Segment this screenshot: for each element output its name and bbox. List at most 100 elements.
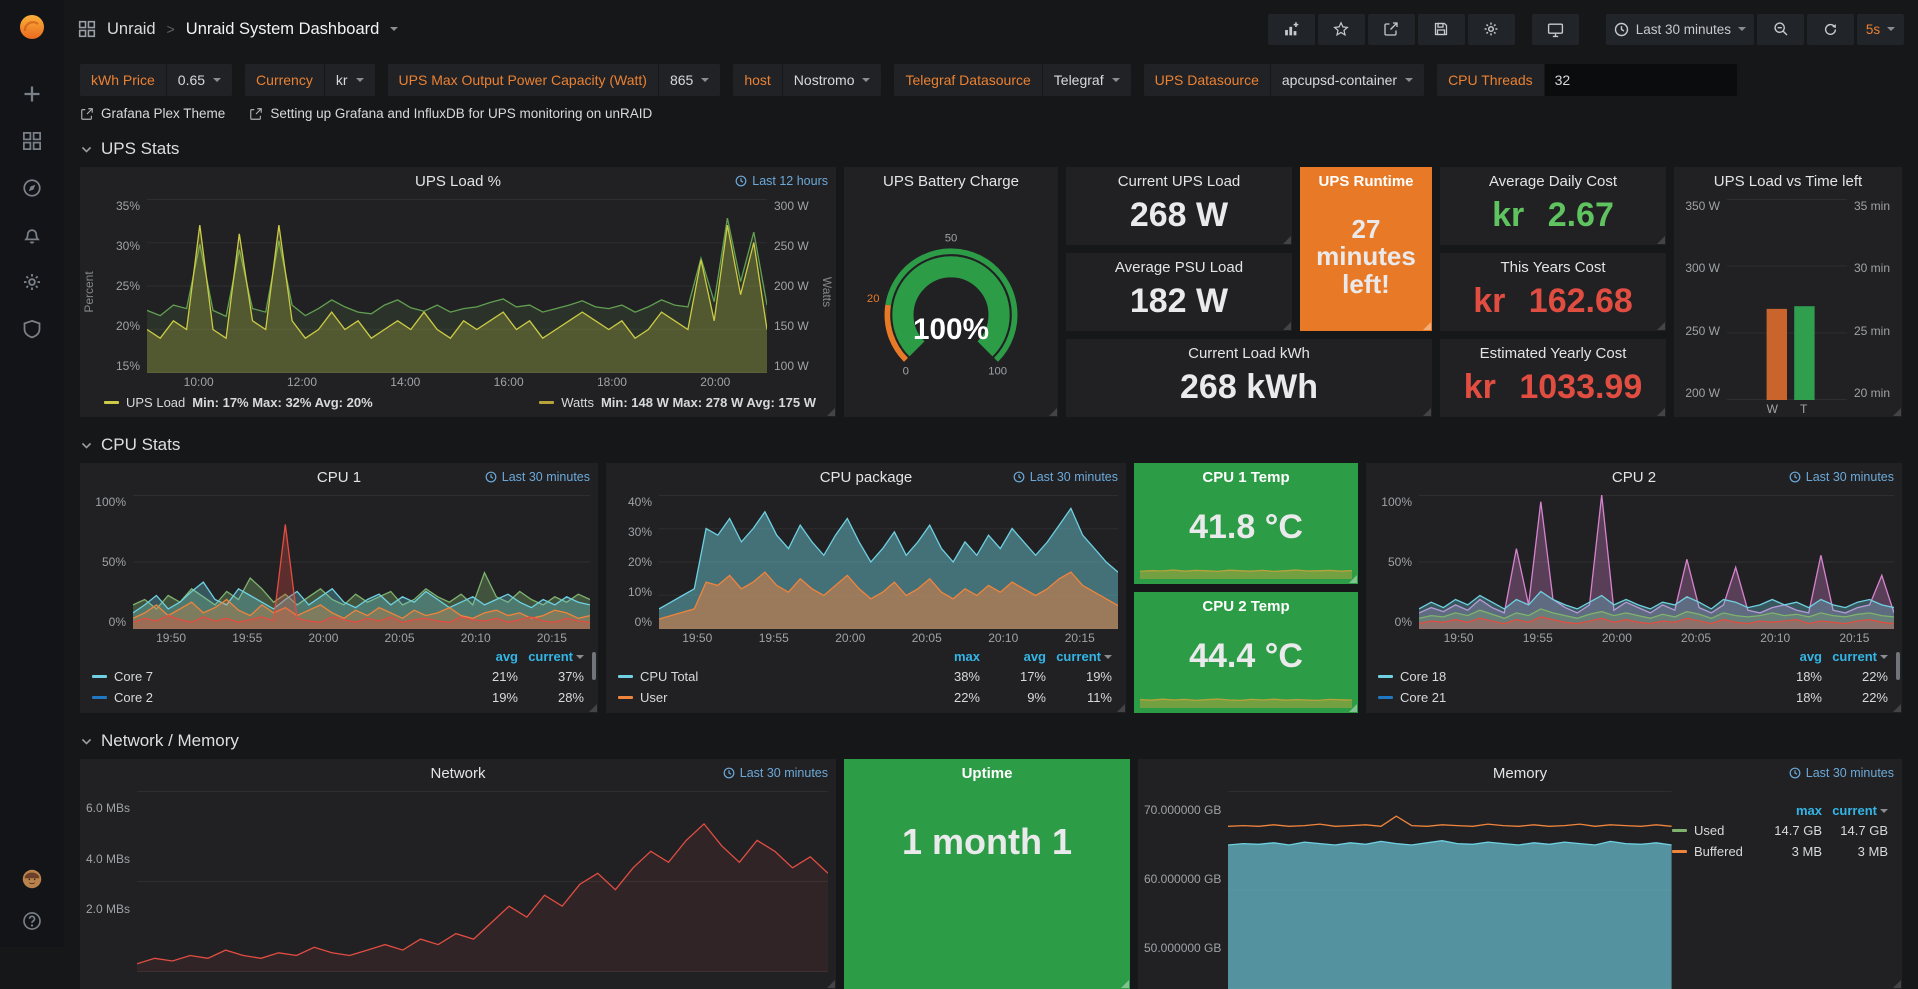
legend-item-watts[interactable]: Watts Min: 148 W Max: 278 W Avg: 175 W — [539, 395, 816, 410]
variable-kwh-price: kWh Price 0.65 — [80, 64, 232, 96]
x-axis-labels: 19:5019:5520:0020:0520:1020:15 — [1419, 629, 1894, 646]
panel-title[interactable]: Average PSU Load — [1066, 259, 1292, 276]
legend-col-current[interactable]: current — [1822, 803, 1888, 818]
cpu-package-chart[interactable] — [659, 495, 1118, 629]
legend-col-current[interactable]: current — [1822, 649, 1888, 664]
section-header-ups-stats[interactable]: UPS Stats — [80, 139, 1902, 159]
panel-title[interactable]: Average Daily Cost — [1440, 173, 1666, 190]
help-icon[interactable] — [22, 911, 42, 931]
clock-icon — [1614, 22, 1629, 37]
panel-title[interactable]: Current UPS Load — [1066, 173, 1292, 190]
panel-cpu-package-graph: CPU package Last 30 minutes 40%30%20%10%… — [606, 463, 1126, 713]
series-color-dash — [1672, 829, 1687, 832]
variable-value-dropdown[interactable]: 0.65 — [167, 64, 232, 96]
panel-title[interactable]: UPS Runtime — [1300, 173, 1432, 190]
dashboard-settings-button[interactable] — [1468, 14, 1515, 45]
variable-value-dropdown[interactable]: apcupsd-container — [1271, 64, 1424, 96]
legend-scrollbar[interactable] — [592, 652, 596, 680]
refresh-button[interactable] — [1807, 14, 1854, 45]
legend-scrollbar[interactable] — [1896, 652, 1900, 680]
panel-title[interactable]: UPS Load % — [80, 173, 836, 190]
caret-down-icon — [213, 78, 221, 82]
section-header-cpu-stats[interactable]: CPU Stats — [80, 435, 1902, 455]
memory-chart[interactable] — [1228, 791, 1672, 989]
page-title[interactable]: Unraid System Dashboard — [186, 20, 380, 39]
breadcrumb-app[interactable]: Unraid — [107, 20, 156, 39]
ups-bar-chart[interactable] — [1727, 199, 1847, 400]
cpu1-chart[interactable] — [133, 495, 590, 629]
variable-value-dropdown[interactable]: kr — [325, 64, 375, 96]
panel-time-override[interactable]: Last 30 minutes — [723, 766, 828, 780]
cpu2-chart[interactable] — [1419, 495, 1894, 629]
legend-item-ups-load[interactable]: UPS Load Min: 17% Max: 32% Avg: 20% — [104, 395, 373, 410]
variable-value-dropdown[interactable]: Nostromo — [783, 64, 882, 96]
add-panel-button[interactable] — [1268, 14, 1315, 45]
panel-title[interactable]: Memory — [1138, 765, 1902, 782]
variable-value-dropdown[interactable]: 865 — [659, 64, 720, 96]
legend-col-avg[interactable]: avg — [452, 649, 518, 664]
variable-label: CPU Threads — [1437, 64, 1544, 96]
stat-value: kr 162.68 — [1440, 279, 1666, 331]
dashboard-link-ups-guide[interactable]: Setting up Grafana and InfluxDB for UPS … — [249, 106, 652, 121]
variable-value-dropdown[interactable]: Telegraf — [1043, 64, 1131, 96]
alerting-bell-icon[interactable] — [22, 225, 42, 245]
panel-time-override[interactable]: Last 30 minutes — [1789, 470, 1894, 484]
panel-title[interactable]: UPS Battery Charge — [844, 173, 1058, 190]
panel-time-override[interactable]: Last 12 hours — [735, 174, 828, 188]
cpu-threads-input[interactable] — [1545, 64, 1737, 96]
ups-load-chart[interactable] — [147, 199, 767, 373]
panel-title[interactable]: Uptime — [844, 765, 1130, 782]
legend-col-avg[interactable]: avg — [980, 649, 1046, 664]
cycle-view-mode-button[interactable] — [1532, 14, 1579, 45]
y-axis-labels: 100%50%0% — [86, 495, 133, 629]
time-range-picker[interactable]: Last 30 minutes — [1606, 14, 1754, 45]
panel-title[interactable]: CPU 1 Temp — [1134, 469, 1358, 486]
panel-title[interactable]: UPS Load vs Time left — [1674, 173, 1902, 190]
panel-estimated-yearly-cost: Estimated Yearly Cost kr 1033.99 — [1440, 339, 1666, 417]
time-range-caret-icon — [1738, 27, 1746, 31]
stat-value: 27 minutes left! — [1300, 193, 1432, 331]
dashboards-icon[interactable] — [22, 131, 42, 151]
network-chart[interactable] — [137, 791, 828, 972]
star-dashboard-button[interactable] — [1318, 14, 1365, 45]
panel-title[interactable]: Current Load kWh — [1066, 345, 1432, 362]
panel-current-load-kwh: Current Load kWh 268 kWh — [1066, 339, 1432, 417]
refresh-interval-picker[interactable]: 5s — [1857, 14, 1904, 45]
user-avatar[interactable] — [22, 869, 42, 889]
section-header-network-memory[interactable]: Network / Memory — [80, 731, 1902, 751]
configuration-gear-icon[interactable] — [22, 272, 42, 292]
breadcrumb[interactable]: Unraid > Unraid System Dashboard — [78, 20, 398, 39]
panel-time-override[interactable]: Last 30 minutes — [1789, 766, 1894, 780]
share-dashboard-button[interactable] — [1368, 14, 1415, 45]
stat-value: 268 kWh — [1066, 365, 1432, 417]
panel-time-override[interactable]: Last 30 minutes — [1013, 470, 1118, 484]
cpu-stats-panels: CPU 1 Last 30 minutes 100%50%0% 19:5019:… — [80, 463, 1902, 713]
create-plus-icon[interactable] — [22, 84, 42, 104]
ups-stats-panels: UPS Load % Last 12 hours Percent 35%30%2… — [80, 167, 1902, 417]
legend-col-max[interactable]: max — [1756, 803, 1822, 818]
panel-title[interactable]: CPU 2 Temp — [1134, 598, 1358, 615]
legend-col-max[interactable]: max — [914, 649, 980, 664]
panel-ups-load-vs-time-left: UPS Load vs Time left 350 W300 W250 W200… — [1674, 167, 1902, 417]
series-color-dash — [1672, 850, 1687, 853]
admin-shield-icon[interactable] — [22, 319, 42, 339]
explore-compass-icon[interactable] — [22, 178, 42, 198]
panel-time-override[interactable]: Last 30 minutes — [485, 470, 590, 484]
dashboard-link-plex-theme[interactable]: Grafana Plex Theme — [80, 106, 225, 121]
refresh-interval-caret-icon — [1887, 27, 1895, 31]
panel-title[interactable]: This Years Cost — [1440, 259, 1666, 276]
grafana-logo-icon[interactable] — [17, 12, 47, 42]
legend-col-current[interactable]: current — [518, 649, 584, 664]
external-link-icon — [80, 107, 94, 121]
save-dashboard-button[interactable] — [1418, 14, 1465, 45]
legend-col-avg[interactable]: avg — [1756, 649, 1822, 664]
panel-title[interactable]: Estimated Yearly Cost — [1440, 345, 1666, 362]
zoom-out-time-button[interactable] — [1757, 14, 1804, 45]
legend-col-current[interactable]: current — [1046, 649, 1112, 664]
panel-ups-load-graph: UPS Load % Last 12 hours Percent 35%30%2… — [80, 167, 836, 417]
variable-label: UPS Max Output Power Capacity (Watt) — [388, 64, 658, 96]
legend-table: max avg current CPU Total 38% 17% 19% Us… — [606, 646, 1126, 713]
monitor-icon — [1547, 21, 1564, 38]
sort-caret-icon — [1880, 809, 1888, 813]
legend-row: Core 18 18% 22% — [1378, 666, 1888, 687]
